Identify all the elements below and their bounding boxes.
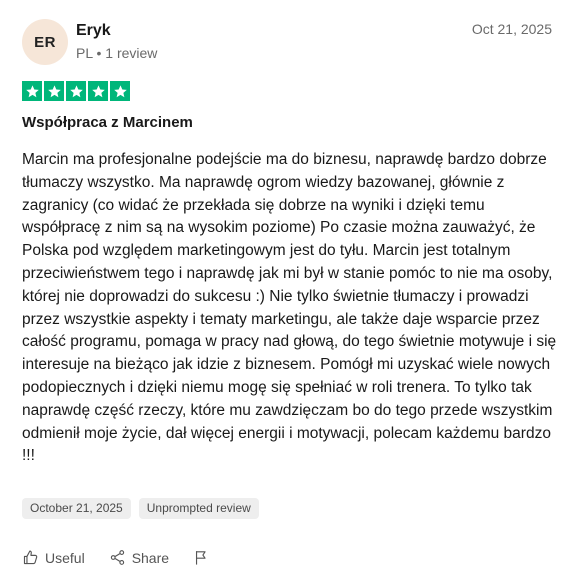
star-icon <box>88 81 108 101</box>
review-type-tag[interactable]: Unprompted review <box>138 498 259 519</box>
experience-date-tag: October 21, 2025 <box>22 498 131 519</box>
review-body: Marcin ma profesjonalne podejście ma do … <box>22 151 557 465</box>
reviewer-meta: PL • 1 review <box>76 45 158 61</box>
star-icon <box>22 81 42 101</box>
avatar[interactable]: ER <box>22 19 68 65</box>
thumbs-up-icon <box>22 549 39 566</box>
review-title[interactable]: Współpraca z Marcinem <box>22 114 193 131</box>
share-label: Share <box>131 549 170 566</box>
review-date: Oct 21, 2025 <box>471 21 552 37</box>
review-card: ER Eryk PL • 1 review Oct 21, 2025 Współ… <box>0 0 574 588</box>
report-button[interactable] <box>193 549 210 566</box>
useful-button[interactable]: Useful <box>22 549 85 566</box>
star-rating <box>22 81 130 101</box>
star-icon <box>110 81 130 101</box>
review-tags: October 21, 2025 Unprompted review <box>22 498 259 519</box>
star-icon <box>66 81 86 101</box>
review-actions: Useful Share <box>22 549 210 566</box>
star-icon <box>44 81 64 101</box>
flag-icon <box>193 549 210 566</box>
share-icon <box>109 549 126 566</box>
useful-label: Useful <box>45 549 85 566</box>
share-button[interactable]: Share <box>109 549 169 566</box>
reviewer-name[interactable]: Eryk <box>76 22 111 40</box>
